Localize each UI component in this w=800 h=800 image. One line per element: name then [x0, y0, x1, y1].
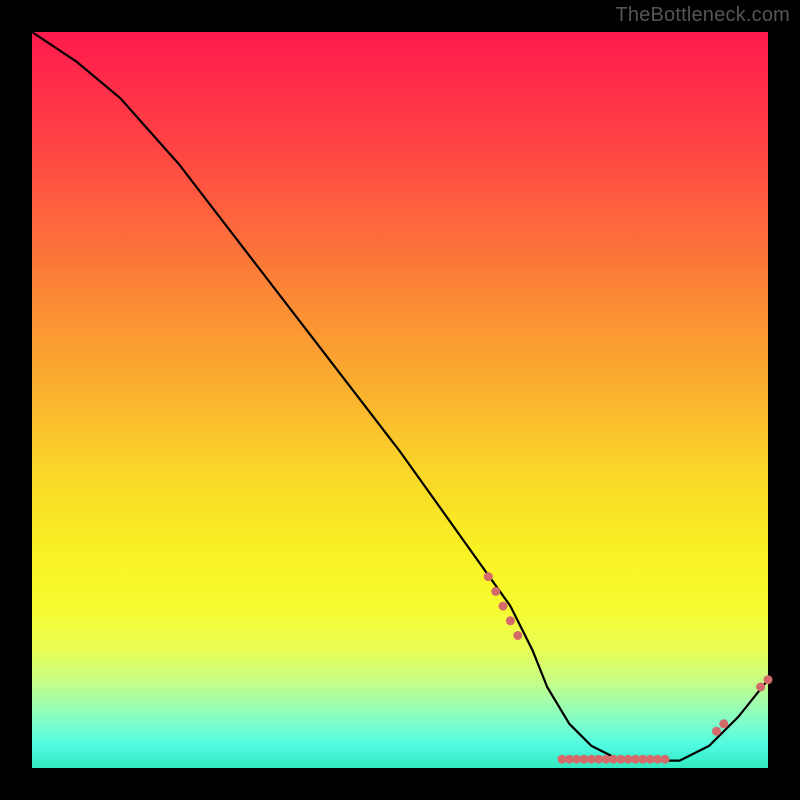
marker-dot: [661, 755, 670, 764]
plot-area: [32, 32, 768, 768]
marker-dot: [764, 675, 773, 684]
marker-dot: [712, 727, 721, 736]
watermark-text: TheBottleneck.com: [615, 4, 790, 27]
curve-svg: [32, 32, 768, 768]
marker-dot: [719, 719, 728, 728]
chart-frame: TheBottleneck.com: [0, 0, 800, 800]
marker-dot: [491, 587, 500, 596]
marker-dot: [484, 572, 493, 581]
bottleneck-curve: [32, 32, 768, 761]
marker-dots: [484, 572, 773, 764]
marker-dot: [499, 602, 508, 611]
marker-dot: [756, 683, 765, 692]
marker-dot: [506, 616, 515, 625]
marker-dot: [513, 631, 522, 640]
